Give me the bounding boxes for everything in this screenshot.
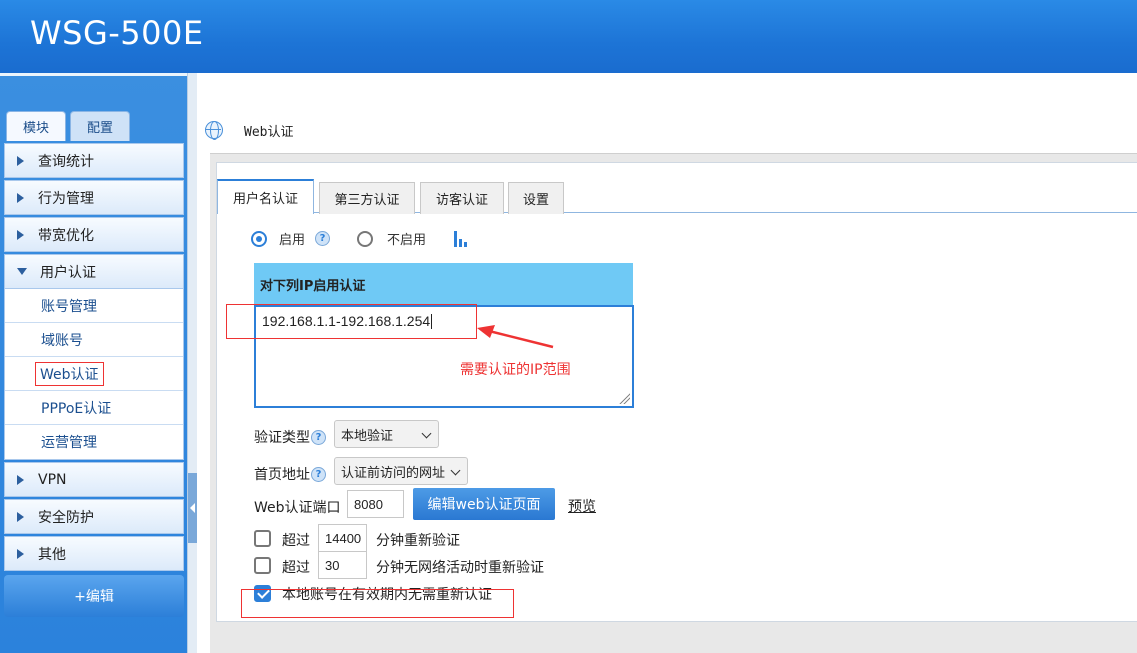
enable-label: 启用 — [279, 233, 306, 248]
top-header: WSG-500E — [0, 0, 1137, 73]
idle-reauth-prefix: 超过 — [282, 560, 310, 576]
disable-label: 不启用 — [387, 233, 427, 248]
chevron-right-icon — [17, 192, 24, 203]
sidebar-item-label: VPN — [38, 471, 67, 488]
disable-radio[interactable] — [357, 230, 374, 247]
homepage-select[interactable]: 认证前访问的网址 — [334, 457, 468, 485]
help-icon[interactable]: ? — [315, 231, 331, 246]
resize-grip-icon[interactable] — [618, 392, 630, 404]
sidebar-item-label: 用户认证 — [40, 264, 96, 281]
edit-web-page-button[interactable]: 编辑web认证页面 — [413, 488, 555, 520]
annotation-box-ip — [226, 304, 477, 339]
chevron-right-icon — [17, 229, 24, 240]
preview-link[interactable]: 预览 — [568, 496, 596, 516]
sidebar-subitem-label: 账号管理 — [41, 298, 97, 315]
chevron-down-icon — [421, 428, 432, 439]
sidebar: 模块 配置 查询统计 行为管理 带宽优化 用户认证 账号管理 域账号 Web认证… — [0, 73, 187, 653]
tab-settings[interactable]: 设置 — [508, 182, 564, 214]
sidebar-item-security[interactable]: 安全防护 — [4, 499, 184, 534]
statistics-icon-bar — [454, 230, 458, 247]
sidebar-subitem-web-auth[interactable]: Web认证 — [5, 357, 183, 391]
reauth-minutes-input[interactable]: 14400 — [318, 524, 367, 552]
ip-range-header: 对下列IP启用认证 — [254, 263, 633, 305]
port-input[interactable]: 8080 — [347, 490, 404, 518]
main-content: Web认证 用户名认证 第三方认证 访客认证 设置 启用 ? 不启用 对下列IP… — [197, 73, 1137, 653]
tab-guest-auth[interactable]: 访客认证 — [420, 182, 504, 214]
sidebar-item-query-stats[interactable]: 查询统计 — [4, 143, 184, 178]
chevron-right-icon — [17, 548, 24, 559]
statistics-icon[interactable] — [454, 230, 468, 247]
reauth-checkbox[interactable] — [254, 530, 271, 547]
sidebar-subitem-pppoe[interactable]: PPPoE认证 — [5, 391, 183, 425]
auth-type-row: 验证类型 ? — [254, 427, 326, 447]
idle-reauth-suffix: 分钟无网络活动时重新验证 — [376, 560, 544, 576]
sidebar-divider — [0, 73, 187, 76]
chevron-down-icon — [450, 465, 461, 476]
sidebar-tab-modules[interactable]: 模块 — [6, 111, 66, 141]
sidebar-subitem-accounts[interactable]: 账号管理 — [5, 289, 183, 323]
statistics-icon-bar — [459, 238, 463, 247]
tab-username-auth[interactable]: 用户名认证 — [217, 179, 314, 214]
sidebar-subitem-label: Web认证 — [35, 361, 104, 386]
idle-reauth-checkbox[interactable] — [254, 557, 271, 574]
sidebar-tab-config[interactable]: 配置 — [70, 111, 130, 141]
idle-reauth-minutes-input[interactable]: 30 — [318, 551, 367, 579]
sidebar-item-user-auth[interactable]: 用户认证 — [4, 254, 184, 289]
homepage-row: 首页地址 ? — [254, 464, 326, 484]
sidebar-submenu-user-auth: 账号管理 域账号 Web认证 PPPoE认证 运营管理 — [4, 289, 184, 460]
sidebar-item-vpn[interactable]: VPN — [4, 462, 184, 497]
chevron-right-icon — [17, 511, 24, 522]
help-icon[interactable]: ? — [311, 429, 326, 445]
sidebar-subitem-domain[interactable]: 域账号 — [5, 323, 183, 357]
auth-type-value: 本地验证 — [341, 428, 394, 444]
sidebar-subitem-label: 域账号 — [41, 332, 83, 349]
sidebar-subitem-label: PPPoE认证 — [41, 400, 112, 417]
sidebar-subitem-operations[interactable]: 运营管理 — [5, 425, 183, 459]
port-label: Web认证端口 — [254, 500, 341, 516]
reauth-suffix: 分钟重新验证 — [376, 533, 460, 549]
sidebar-item-label: 查询统计 — [38, 153, 94, 170]
annotation-arrow-icon — [477, 325, 554, 349]
enable-radio[interactable] — [251, 230, 267, 247]
auth-type-select[interactable]: 本地验证 — [334, 420, 439, 448]
app-title: WSG-500E — [30, 14, 204, 52]
sidebar-menu: 查询统计 行为管理 带宽优化 用户认证 账号管理 域账号 Web认证 PPPoE… — [4, 143, 184, 573]
sidebar-item-label: 带宽优化 — [38, 227, 94, 244]
settings-panel: 用户名认证 第三方认证 访客认证 设置 启用 ? 不启用 对下列IP启用认证 1… — [216, 162, 1137, 622]
enable-row: 启用 ? 不启用 — [251, 229, 468, 248]
reauth-prefix: 超过 — [282, 533, 310, 549]
sidebar-item-other[interactable]: 其他 — [4, 536, 184, 571]
sidebar-subitem-label: 运营管理 — [41, 435, 97, 451]
annotation-text: 需要认证的IP范围 — [460, 362, 571, 378]
sidebar-item-bandwidth[interactable]: 带宽优化 — [4, 217, 184, 252]
sidebar-item-behavior[interactable]: 行为管理 — [4, 180, 184, 215]
sidebar-item-label: 安全防护 — [38, 509, 94, 526]
panel-wrapper: 用户名认证 第三方认证 访客认证 设置 启用 ? 不启用 对下列IP启用认证 1… — [210, 153, 1137, 653]
sidebar-splitter[interactable] — [187, 73, 198, 653]
tab-third-party-auth[interactable]: 第三方认证 — [319, 182, 415, 214]
sidebar-item-label: 其他 — [38, 546, 66, 563]
statistics-icon-bar — [464, 241, 468, 247]
breadcrumb: Web认证 — [205, 119, 293, 141]
chevron-right-icon — [17, 474, 24, 485]
sidebar-item-label: 行为管理 — [38, 190, 94, 207]
chevron-down-icon — [17, 268, 27, 275]
tab-bar: 用户名认证 第三方认证 访客认证 设置 — [217, 179, 1137, 214]
sidebar-edit-button[interactable]: +编辑 — [4, 575, 184, 617]
breadcrumb-label: Web认证 — [244, 124, 294, 140]
auth-type-label: 验证类型 — [254, 430, 310, 446]
homepage-value: 认证前访问的网址 — [341, 465, 446, 481]
annotation-box-local-account — [241, 589, 514, 618]
globe-icon — [205, 121, 223, 140]
chevron-right-icon — [17, 155, 24, 166]
help-icon[interactable]: ? — [311, 466, 326, 482]
homepage-label: 首页地址 — [254, 467, 310, 483]
